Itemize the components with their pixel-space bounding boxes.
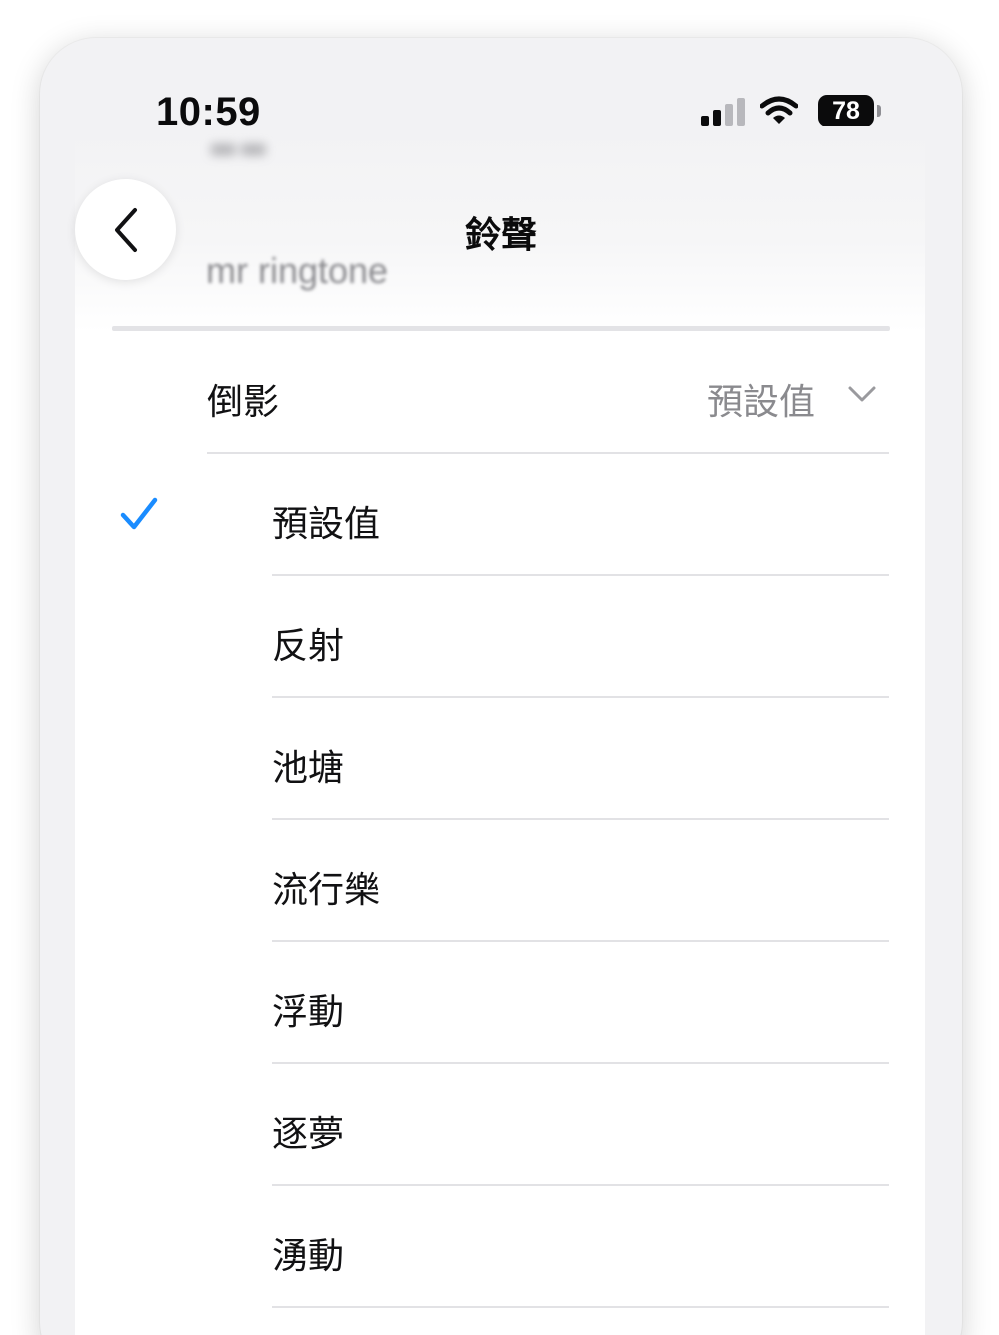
screenshot-stage: 10:59 78 ▬▬ mr ringtone 鈴聲 倒影 預設值 預設值 反射… [0, 0, 999, 1335]
list-item[interactable]: 浮動 [75, 942, 925, 1064]
header-divider [112, 326, 890, 331]
list-item[interactable]: 池塘 [75, 698, 925, 820]
reflection-selected-value: 預設值 [706, 382, 815, 423]
wifi-icon [760, 96, 798, 124]
chevron-down-icon [848, 386, 876, 402]
list-item[interactable]: 流行樂 [75, 820, 925, 942]
cellular-signal-icon [701, 98, 745, 126]
checkmark-icon [120, 497, 158, 530]
phone-screen: 10:59 78 ▬▬ mr ringtone 鈴聲 倒影 預設值 預設值 反射… [40, 38, 962, 1335]
reflection-label: 倒影 [207, 382, 280, 423]
list-item[interactable]: 湧動 [75, 1186, 925, 1308]
reflection-dropdown[interactable]: 倒影 預設值 [75, 332, 925, 454]
list-item[interactable]: 逐夢 [75, 1064, 925, 1186]
row-divider [272, 1306, 889, 1308]
signal-bar [701, 116, 709, 126]
battery-level: 78 [818, 95, 874, 127]
tone-label: 預設值 [272, 504, 381, 545]
tone-label: 流行樂 [272, 870, 381, 911]
tone-label: 池塘 [272, 748, 345, 789]
tone-label: 湧動 [272, 1236, 345, 1277]
signal-bar [713, 110, 721, 126]
battery-tip [877, 105, 881, 117]
list-item[interactable]: 預設值 [75, 454, 925, 576]
tone-label: 逐夢 [272, 1114, 345, 1155]
tone-label: 浮動 [272, 992, 345, 1033]
signal-bar [737, 98, 745, 126]
ringtone-list: 倒影 預設值 預設值 反射 池塘 流行樂 浮動 逐夢 湧動 [75, 332, 925, 1335]
signal-bar [725, 104, 733, 126]
battery-icon: 78 [818, 95, 882, 127]
tone-label: 反射 [272, 626, 345, 667]
list-item[interactable]: 反射 [75, 576, 925, 698]
blurred-background-text: ▬▬ [208, 128, 269, 166]
page-title: 鈴聲 [464, 215, 537, 256]
